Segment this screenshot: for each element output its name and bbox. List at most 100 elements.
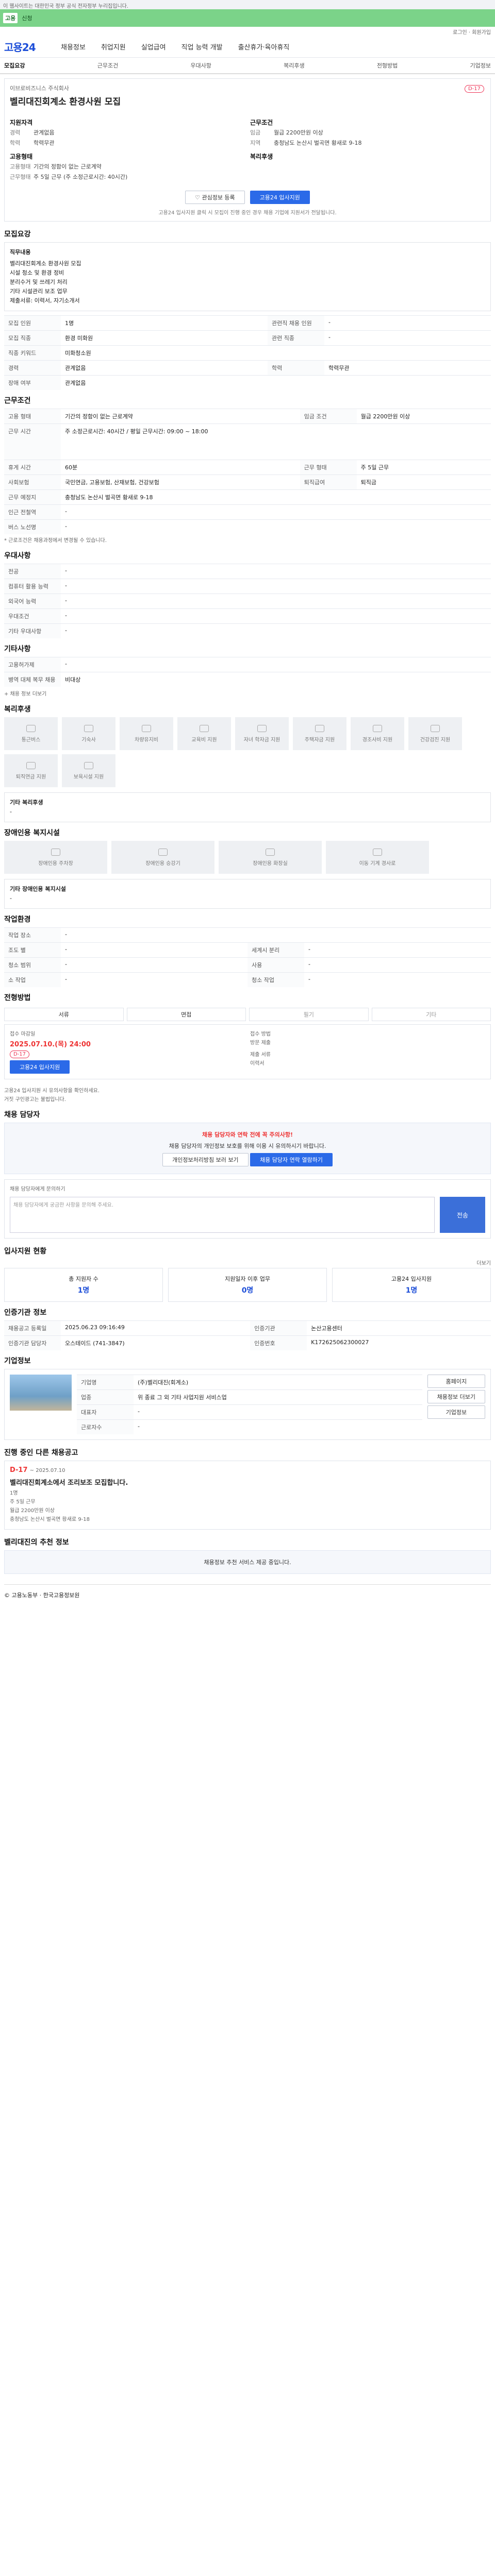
parking-icon xyxy=(51,848,60,856)
table-value: 환경 미화원 xyxy=(61,330,268,346)
table-value: - xyxy=(61,504,491,520)
table-row: 컴퓨터 활용 능력 - xyxy=(4,579,491,594)
gov-notice-bar: 이 웹사이트는 대한민국 정부 공식 전자정부 누리집입니다. xyxy=(0,0,495,9)
table-value: - xyxy=(61,957,248,973)
table-value: 1명 xyxy=(61,315,268,331)
step-document: 서류 xyxy=(4,1008,124,1021)
summary-left: 지원자격 경력 관계없음 학력 학력무관 고용형태 고용형태 기간의 정함이 없는 근… xyxy=(10,114,245,182)
table-key: 경력 xyxy=(4,360,61,376)
homepage-button[interactable]: 홈페이지 xyxy=(427,1375,485,1388)
table-value: - xyxy=(61,594,491,609)
util-links[interactable]: 로그인 · 회원가입 xyxy=(453,28,491,36)
job-header-card: 이브로비즈니스 주식회사 벨리대진회계소 환경사원 모집 D-17 지원자격 경… xyxy=(4,78,491,222)
job-desc-line: 기타 시설관리 보조 업무 xyxy=(10,288,68,295)
table-key: 휴게 시간 xyxy=(4,460,61,475)
other-job-dday: D-17 xyxy=(10,1466,28,1474)
util-bar: 로그인 · 회원가입 xyxy=(0,27,495,36)
qa-input[interactable]: 채용 담당자에게 궁금한 사항을 문의해 주세요. xyxy=(10,1197,435,1233)
tab-welfare[interactable]: 복리후생 xyxy=(284,61,304,70)
disability-item: 장애인용 승강기 xyxy=(111,841,214,874)
table-key: 사용 xyxy=(248,957,304,973)
table-value: - xyxy=(61,927,491,943)
table-value: - xyxy=(61,972,248,987)
table-row: 장애 여부 관계없음 xyxy=(4,375,491,390)
welfare-item: 퇴직연금 지원 xyxy=(4,754,58,787)
house-icon xyxy=(315,724,324,732)
other-job-title[interactable]: 벨리대진회계소에서 조리보조 모집합니다. xyxy=(10,1477,485,1487)
table-row: 인증기관 담당자 오스테이드 (741-3847) 인증번호 K17262506230… xyxy=(4,1335,491,1350)
summary-row-value: 기간의 정함이 없는 근로계약 xyxy=(34,163,102,170)
tab-pref[interactable]: 우대사항 xyxy=(190,61,211,70)
disability-section-title: 장애인용 복지시설 xyxy=(4,829,60,837)
table-row: 근무 시간 주 소정근로시간: 40시간 / 평일 근무시간: 09:00 ~ 1… xyxy=(4,423,491,460)
applicant-more-link[interactable]: 더보기 xyxy=(4,1259,491,1268)
table-key: 근무 시간 xyxy=(4,423,61,460)
view-contact-button[interactable]: 채용 담당자 연락 열람하기 xyxy=(250,1153,333,1166)
more-link[interactable]: + 채용 정보 더보기 xyxy=(4,690,491,699)
pref-table: 전공 - 컴퓨터 활용 능력 - 외국어 능력 - 우대조건 - 기타 우대사항 - xyxy=(4,564,491,638)
privacy-button[interactable]: 개인정보처리방침 보러 보기 xyxy=(162,1153,249,1166)
table-key: 근무 형태 xyxy=(300,460,357,475)
health-icon xyxy=(431,724,440,732)
disability-item: 장애인용 주차장 xyxy=(4,841,107,874)
company-section-title: 기업정보 xyxy=(4,1357,31,1365)
table-row: 채용공고 등록일 2025.06.23 09:16:49 인증기관 논산고용센터 xyxy=(4,1320,491,1336)
table-key: 근무 예정지 xyxy=(4,489,61,505)
tab-process[interactable]: 전형방법 xyxy=(377,61,398,70)
welfare-grid: 통근버스 기숙사 차량유지비 교육비 지원 자녀 학자금 지원 주택자금 지원 … xyxy=(4,717,491,787)
summary-row-key: 학력 xyxy=(10,140,21,146)
table-key: 기타 우대사항 xyxy=(4,623,61,638)
summary-row-value: 월급 2200만원 이상 xyxy=(274,129,323,136)
welfare-item: 건강검진 지원 xyxy=(408,717,462,750)
etc-table: 고용허가제 - 병역 대체 복무 채용 비대상 xyxy=(4,657,491,687)
site-logo[interactable]: 고용24 xyxy=(4,39,45,54)
deadline-block: 접수 마감일 2025.07.10.(목) 24:00 D-17 고용24 입사… xyxy=(10,1030,245,1074)
tab-company[interactable]: 기업정보 xyxy=(470,61,491,70)
cert-section-title: 인증기관 정보 xyxy=(4,1309,47,1317)
apply-method-block: 접수 방법 방문 제출 제출 서류 이력서 xyxy=(250,1030,485,1074)
env-table: 작업 장소 - 조도 별 - 세계시 분리 - 청소 범위 - 사용 - 소 작업 - 청소 작업… xyxy=(4,927,491,987)
docs: 이력서 xyxy=(250,1061,265,1066)
stat-value: 1명 xyxy=(405,1286,418,1295)
nav-item-jobs[interactable]: 채용정보 xyxy=(61,42,86,52)
company-name: 이브로비즈니스 주식회사 xyxy=(10,85,69,92)
qa-title: 채용 담당자에게 문의하기 xyxy=(10,1187,65,1192)
nav-item-leave[interactable]: 출산휴가·육아휴직 xyxy=(238,42,290,52)
work-section-title: 근무조건 xyxy=(4,397,31,405)
car-icon xyxy=(142,724,151,732)
summary-row: 근무형태 주 5일 근무 (주 소정근로시간: 40시간) xyxy=(10,172,245,182)
table-row: 외국어 능력 - xyxy=(4,594,491,609)
apply-button-2[interactable]: 고용24 입사지원 xyxy=(10,1060,70,1074)
company-info-button[interactable]: 기업정보 xyxy=(427,1405,485,1419)
other-job-card[interactable]: D-17 ~ 2025.07.10 벨리대진회계소에서 조리보조 모집합니다. … xyxy=(4,1461,491,1530)
scrap-button[interactable]: ♡ 관심정보 등록 xyxy=(185,191,245,204)
tab-recruit[interactable]: 모집요강 xyxy=(4,61,25,70)
nav-item-training[interactable]: 직업 능력 개발 xyxy=(182,42,223,52)
summary-right-title-2: 복리후생 xyxy=(250,153,273,160)
table-row: 병역 대체 복무 채용 비대상 xyxy=(4,672,491,687)
table-key: 모집 인원 xyxy=(4,315,61,331)
tab-work[interactable]: 근무조건 xyxy=(97,61,118,70)
disability-label: 장애인용 주차장 xyxy=(38,860,73,867)
company-jobs-button[interactable]: 채용정보 더보기 xyxy=(427,1390,485,1403)
qa-send-button[interactable]: 전송 xyxy=(440,1197,485,1233)
contact-warning: 채용 담당자와 연락 전에 꼭 주의사항! xyxy=(202,1131,293,1138)
company-buttons: 홈페이지 채용정보 더보기 기업정보 xyxy=(427,1375,485,1434)
apply-button[interactable]: 고용24 입사지원 xyxy=(250,191,310,204)
summary-row-key: 지역 xyxy=(250,140,261,146)
summary-row: 임금 월급 2200만원 이상 xyxy=(250,128,485,138)
contact-section-title: 채용 담당자 xyxy=(4,1111,40,1119)
table-key: 모집 직종 xyxy=(4,330,61,346)
welfare-label: 기숙사 xyxy=(81,737,96,743)
welfare-label: 건강검진 지원 xyxy=(420,737,451,743)
book-icon xyxy=(200,724,209,732)
nav-item-support[interactable]: 취업지원 xyxy=(101,42,126,52)
table-value: K172625062300027 xyxy=(307,1335,491,1350)
welfare-label: 경조사비 지원 xyxy=(362,737,393,743)
welfare-label: 보육시설 지원 xyxy=(73,774,104,780)
table-key: 사회보험 xyxy=(4,474,61,490)
table-row: 조도 별 - 세계시 분리 - xyxy=(4,942,491,958)
summary-row: 지역 충청남도 논산시 벌곡면 황새로 9-18 xyxy=(250,138,485,148)
table-key: 세계시 분리 xyxy=(248,942,304,958)
nav-item-benefit[interactable]: 실업급여 xyxy=(141,42,166,52)
